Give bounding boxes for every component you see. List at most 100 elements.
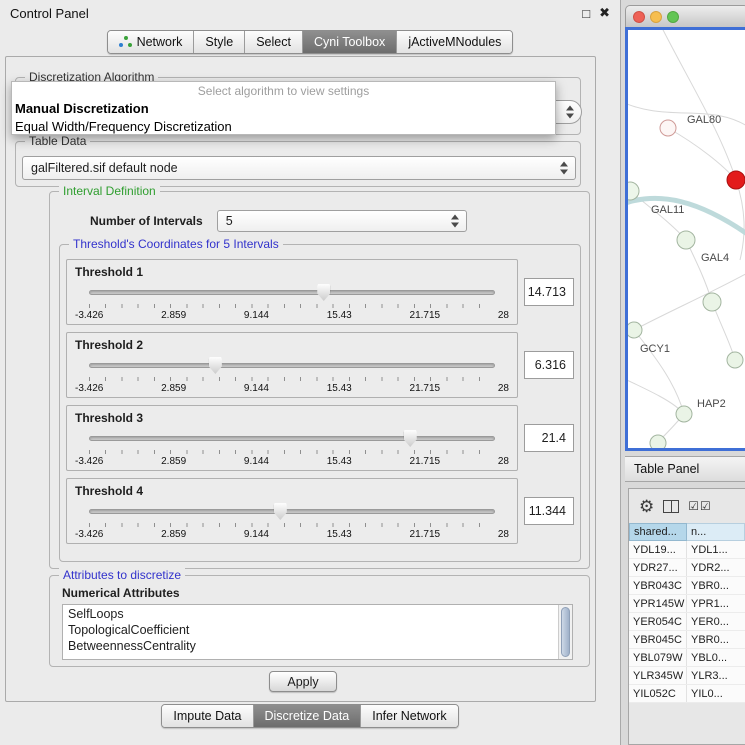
table-row[interactable]: YBL079WYBL0... xyxy=(629,649,745,667)
slider-track[interactable] xyxy=(89,509,495,514)
attribute-items: SelfLoopsTopologicalCoefficientBetweenne… xyxy=(63,605,572,655)
tab-jactivemnodules[interactable]: jActiveMNodules xyxy=(397,31,512,53)
node[interactable] xyxy=(727,352,743,368)
attribute-item[interactable]: SelfLoops xyxy=(68,606,567,622)
threshold-value-field[interactable]: 14.713 xyxy=(524,278,574,306)
cell-name[interactable]: YBR0... xyxy=(687,631,745,648)
cell-shared-name[interactable]: YER054C xyxy=(629,613,687,630)
scale-label: 9.144 xyxy=(244,529,269,540)
table-row[interactable]: YPR145WYPR1... xyxy=(629,595,745,613)
dropdown-arrows-icon xyxy=(566,105,575,120)
slider-scale: -3.4262.8599.14415.4321.71528 xyxy=(75,383,509,394)
close-traffic-light-icon[interactable] xyxy=(633,11,645,23)
table-row[interactable]: YBR043CYBR0... xyxy=(629,577,745,595)
attribute-item[interactable]: BetweennessCentrality xyxy=(68,638,567,654)
scale-label: -3.426 xyxy=(75,529,103,540)
column-header-name[interactable]: n... xyxy=(687,523,745,541)
slider-track[interactable] xyxy=(89,363,495,368)
cell-shared-name[interactable]: YDR27... xyxy=(629,559,687,576)
network-canvas[interactable] xyxy=(628,30,745,451)
slider-thumb[interactable] xyxy=(404,430,417,447)
cell-name[interactable]: YDR2... xyxy=(687,559,745,576)
threshold-slider[interactable] xyxy=(89,430,495,447)
cell-name[interactable]: YLR3... xyxy=(687,667,745,684)
slider-ticks xyxy=(89,304,495,308)
slider-thumb[interactable] xyxy=(274,503,287,520)
numerical-attributes-list[interactable]: SelfLoopsTopologicalCoefficientBetweenne… xyxy=(62,604,573,660)
interval-definition-group: Interval Definition Number of Intervals … xyxy=(49,191,590,569)
node[interactable] xyxy=(650,435,666,451)
table-data-dropdown[interactable]: galFiltered.sif default node xyxy=(22,156,576,180)
popup-placeholder-option[interactable]: Select algorithm to view settings xyxy=(12,82,555,100)
gear-icon[interactable]: ⚙ xyxy=(639,498,654,515)
select-columns-icon[interactable]: ☑☑ xyxy=(688,499,712,513)
network-window-titlebar[interactable] xyxy=(625,5,745,27)
scale-label: 9.144 xyxy=(244,383,269,394)
attribute-item[interactable]: TopologicalCoefficient xyxy=(68,622,567,638)
node-gal4[interactable] xyxy=(677,231,695,249)
cell-shared-name[interactable]: YDL19... xyxy=(629,541,687,558)
slider-track[interactable] xyxy=(89,436,495,441)
cell-name[interactable]: YPR1... xyxy=(687,595,745,612)
tab-select[interactable]: Select xyxy=(245,31,303,53)
cell-shared-name[interactable]: YBR043C xyxy=(629,577,687,594)
minimize-traffic-light-icon[interactable] xyxy=(650,11,662,23)
node-gal80[interactable] xyxy=(660,120,676,136)
node-selected[interactable] xyxy=(727,171,745,189)
table-panel-header: Table Panel xyxy=(625,456,745,482)
float-window-icon[interactable]: □ xyxy=(582,6,590,21)
cell-name[interactable]: YBL0... xyxy=(687,649,745,666)
table-row[interactable]: YIL052CYIL0... xyxy=(629,685,745,703)
node-hap2[interactable] xyxy=(676,406,692,422)
popup-option-manual-discretization[interactable]: Manual Discretization xyxy=(12,100,555,118)
close-icon[interactable]: ✖ xyxy=(599,5,610,21)
tab-infer-network[interactable]: Infer Network xyxy=(361,705,457,727)
table-row[interactable]: YDR27...YDR2... xyxy=(629,559,745,577)
slider-thumb[interactable] xyxy=(209,357,222,374)
threshold-slider[interactable] xyxy=(89,357,495,374)
threshold-panel: Threshold 1 -3.4262.8599.14415.4321.7152… xyxy=(66,259,518,325)
scale-label: 15.43 xyxy=(327,456,352,467)
cell-name[interactable]: YBR0... xyxy=(687,577,745,594)
slider-track[interactable] xyxy=(89,290,495,295)
table-data-group-title: Table Data xyxy=(25,134,90,148)
tab-style[interactable]: Style xyxy=(194,31,245,53)
node-gcy1[interactable] xyxy=(628,322,642,338)
cell-shared-name[interactable]: YPR145W xyxy=(629,595,687,612)
apply-button[interactable]: Apply xyxy=(269,671,337,692)
cell-name[interactable]: YDL1... xyxy=(687,541,745,558)
cell-shared-name[interactable]: YBL079W xyxy=(629,649,687,666)
table-row[interactable]: YDL19...YDL1... xyxy=(629,541,745,559)
tab-discretize-data[interactable]: Discretize Data xyxy=(254,705,362,727)
list-scrollbar[interactable] xyxy=(558,605,572,659)
scale-label: 28 xyxy=(498,456,509,467)
table-row[interactable]: YBR045CYBR0... xyxy=(629,631,745,649)
threshold-slider[interactable] xyxy=(89,284,495,301)
tab-cyni-toolbox[interactable]: Cyni Toolbox xyxy=(303,31,397,53)
cell-name[interactable]: YER0... xyxy=(687,613,745,630)
cell-shared-name[interactable]: YIL052C xyxy=(629,685,687,702)
zoom-traffic-light-icon[interactable] xyxy=(667,11,679,23)
table-row[interactable]: YER054CYER0... xyxy=(629,613,745,631)
tab-network[interactable]: Network xyxy=(108,31,195,53)
threshold-label: Threshold 1 xyxy=(75,265,143,279)
network-nodes[interactable] xyxy=(628,120,745,451)
slider-thumb[interactable] xyxy=(317,284,330,301)
scale-label: 15.43 xyxy=(327,310,352,321)
network-view-window: GAL80GAL11GAL4GCY1HAP2 xyxy=(625,5,745,451)
node[interactable] xyxy=(703,293,721,311)
number-of-intervals-dropdown[interactable]: 5 xyxy=(217,210,467,232)
column-header-shared-name[interactable]: shared... xyxy=(629,523,687,541)
table-row[interactable]: YLR345WYLR3... xyxy=(629,667,745,685)
popup-option-equal-width-frequency[interactable]: Equal Width/Frequency Discretization xyxy=(12,118,555,136)
cell-shared-name[interactable]: YLR345W xyxy=(629,667,687,684)
threshold-value-field[interactable]: 6.316 xyxy=(524,351,574,379)
columns-icon[interactable] xyxy=(663,500,679,513)
threshold-value-field[interactable]: 21.4 xyxy=(524,424,574,452)
scrollbar-thumb[interactable] xyxy=(561,607,570,657)
cell-shared-name[interactable]: YBR045C xyxy=(629,631,687,648)
threshold-slider[interactable] xyxy=(89,503,495,520)
cell-name[interactable]: YIL0... xyxy=(687,685,745,702)
tab-impute-data[interactable]: Impute Data xyxy=(162,705,253,727)
threshold-value-field[interactable]: 11.344 xyxy=(524,497,574,525)
